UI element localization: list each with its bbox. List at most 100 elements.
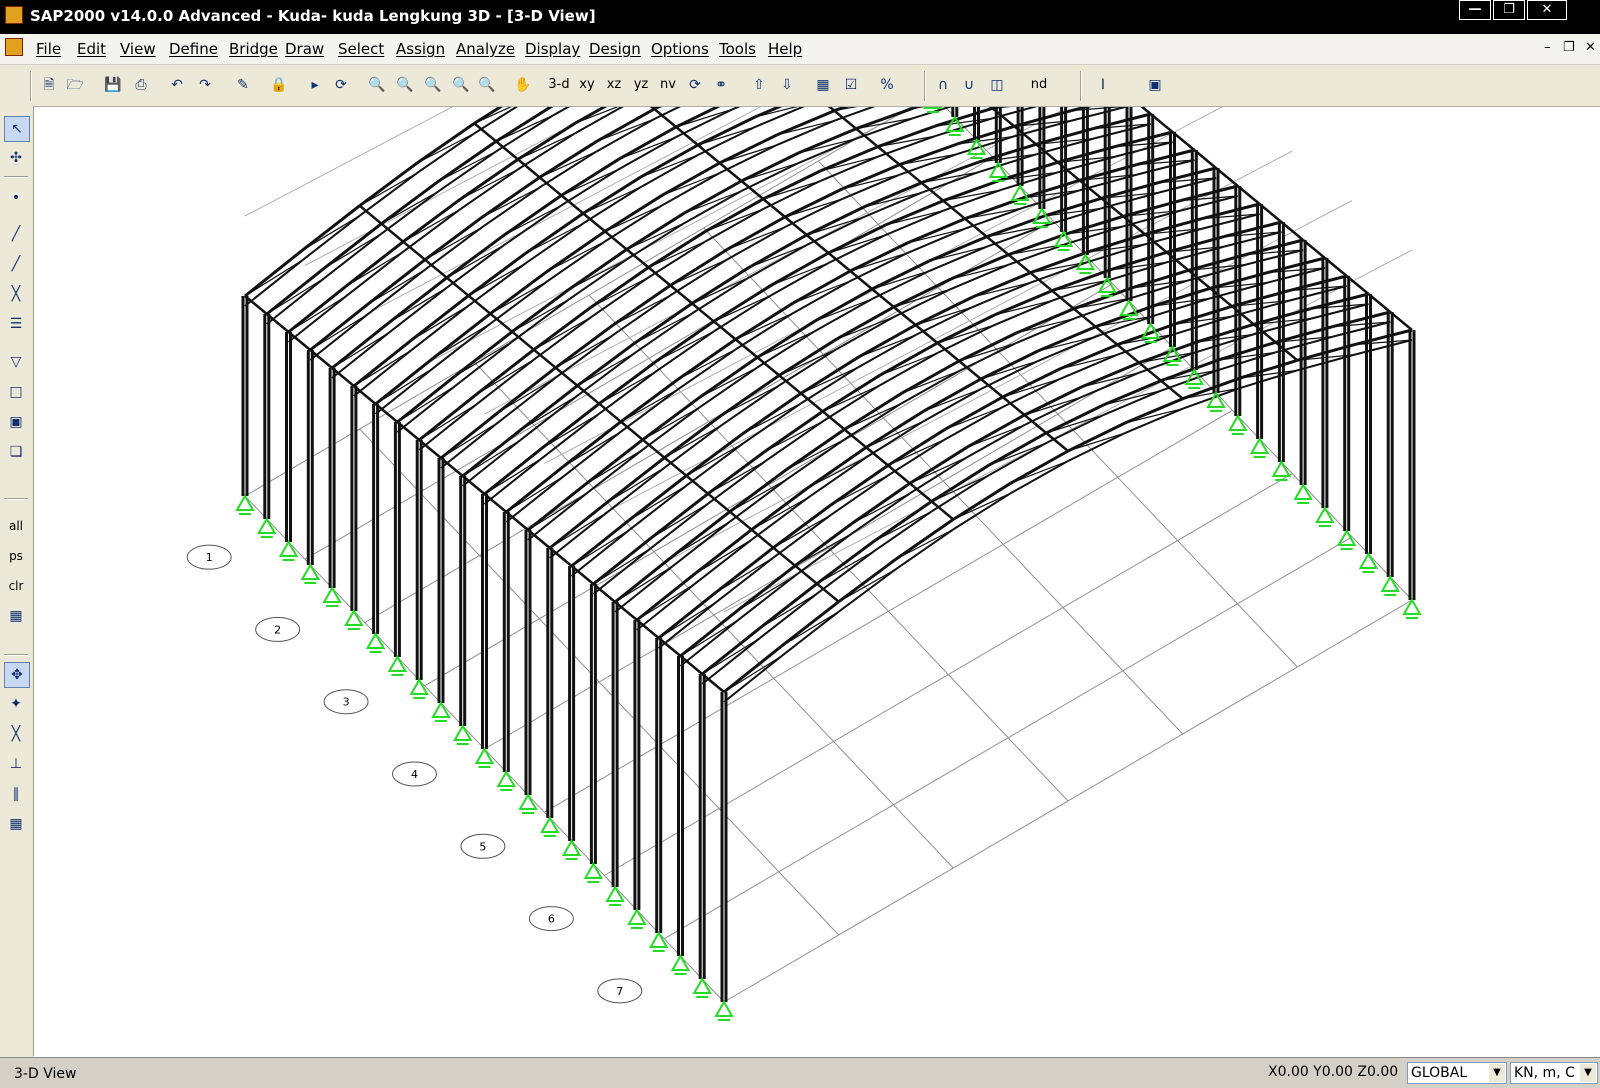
snap-ends-icon[interactable]: ✦ [4, 692, 28, 716]
mdi-restore-icon[interactable]: ❐ [1563, 40, 1575, 55]
save-icon[interactable]: 💾 [102, 74, 124, 96]
truss-bottom-chord [353, 349, 412, 397]
print-icon[interactable]: ⎙ [130, 74, 152, 96]
pointer-icon[interactable]: ↖ [4, 116, 30, 142]
menu-bridge[interactable]: Bridge [229, 40, 278, 58]
snap-fine-grid-icon[interactable]: ▦ [4, 812, 28, 836]
new-file-icon[interactable]: 🗎 [38, 74, 60, 96]
menu-assign[interactable]: Assign [396, 40, 445, 58]
draw-braces-icon[interactable]: ╳ [4, 282, 28, 306]
draw-rect-area-icon[interactable]: □ [4, 380, 28, 404]
document-icon[interactable] [5, 38, 23, 56]
select-all-button[interactable]: all [4, 514, 28, 538]
truss-bottom-chord [483, 457, 543, 505]
run-analysis-icon[interactable]: ▸ [304, 74, 326, 96]
menu-analyze[interactable]: Analyze [456, 40, 515, 58]
left-toolbar: ↖ ✣ • ╱ ╱ ╳ ☰ ▽ □ ▣ ❏ all ps clr ▦ ✥ ✦ ╳… [0, 106, 34, 1056]
view-nv-button[interactable]: nv [655, 74, 681, 96]
refresh-view-icon[interactable]: ⟳ [330, 74, 352, 96]
pin-support-icon [1249, 436, 1270, 458]
check-icon[interactable]: ☑ [840, 74, 862, 96]
truss-top-chord [691, 265, 751, 305]
menu-view[interactable]: View [120, 40, 156, 58]
move-down-icon[interactable]: ⇩ [776, 74, 798, 96]
deformed-shape-icon[interactable]: ∪ [958, 74, 980, 96]
zoom-out-icon[interactable]: 🔍 [476, 74, 498, 96]
previous-select-button[interactable]: ps [4, 544, 28, 568]
truss-bottom-chord [541, 412, 600, 460]
truss-bottom-chord [1087, 243, 1146, 264]
draw-joint-icon[interactable]: • [4, 186, 28, 210]
pan-hand-icon[interactable]: ✋ [512, 74, 534, 96]
snap-points-icon[interactable]: ✥ [4, 662, 30, 688]
view-3d-button[interactable]: 3-d [546, 74, 572, 96]
truss-diagonal [895, 528, 954, 560]
draw-solid-icon[interactable]: ❏ [4, 440, 28, 464]
view-xz-button[interactable]: xz [601, 74, 627, 96]
clear-selection-button[interactable]: clr [4, 574, 28, 598]
draw-secondary-beams-icon[interactable]: ☰ [4, 312, 28, 336]
mdi-close-icon[interactable]: ✕ [1585, 40, 1596, 55]
menu-tools[interactable]: Tools [719, 40, 756, 58]
percent-icon[interactable]: % [876, 74, 898, 96]
draw-poly-area-icon[interactable]: ▽ [4, 350, 28, 374]
restore-icon[interactable]: ❐ [1493, 0, 1525, 20]
section-designer-icon[interactable]: I [1092, 74, 1114, 96]
reshaper-icon[interactable]: ✣ [4, 146, 28, 170]
snap-intersections-icon[interactable]: ╳ [4, 722, 28, 746]
truss-diagonal [735, 312, 794, 340]
snap-lines-icon[interactable]: ∥ [4, 782, 28, 806]
menu-bar: File Edit View Define Bridge Draw Select… [0, 34, 1600, 65]
3d-view-viewport[interactable]: 1 2 3 4 5 6 7 [34, 107, 1600, 1057]
set-display-options-icon[interactable]: ▦ [812, 74, 834, 96]
truss-diagonal [561, 168, 620, 196]
menu-select[interactable]: Select [338, 40, 384, 58]
intersecting-line-select-icon[interactable]: ▦ [4, 604, 28, 628]
draw-frame-icon[interactable]: ∩ [932, 74, 954, 96]
menu-file[interactable]: File [36, 40, 61, 58]
zoom-full-icon[interactable]: 🔍 [394, 74, 416, 96]
perspective-icon[interactable]: ⚭ [710, 74, 732, 96]
move-up-icon[interactable]: ⇧ [748, 74, 770, 96]
menu-design[interactable]: Design [589, 40, 641, 58]
truss-bottom-chord [539, 150, 598, 189]
undo-icon[interactable]: ↶ [166, 74, 188, 96]
draw-frame-line-icon[interactable]: ╱ [4, 222, 28, 246]
view-yz-button[interactable]: yz [628, 74, 654, 96]
zoom-previous-icon[interactable]: 🔍 [422, 74, 444, 96]
truss-bottom-chord [309, 313, 369, 361]
menu-draw[interactable]: Draw [285, 40, 324, 58]
menu-options[interactable]: Options [651, 40, 709, 58]
quick-draw-frame-icon[interactable]: ╱ [4, 252, 28, 276]
coordinate-system-dropdown[interactable]: GLOBAL ▼ [1407, 1062, 1507, 1084]
mdi-minimize-icon[interactable]: – [1544, 40, 1551, 55]
zoom-in-icon[interactable]: 🔍 [450, 74, 472, 96]
rotate-view-icon[interactable]: ⟳ [684, 74, 706, 96]
sap2000-app-icon[interactable] [5, 6, 23, 24]
member-forces-icon[interactable]: ◫ [986, 74, 1008, 96]
display-tables-icon[interactable]: ▣ [1144, 74, 1166, 96]
view-xy-button[interactable]: xy [574, 74, 600, 96]
menu-display[interactable]: Display [525, 40, 580, 58]
zoom-window-icon[interactable]: 🔍 [366, 74, 388, 96]
menu-define[interactable]: Define [169, 40, 218, 58]
quick-draw-area-icon[interactable]: ▣ [4, 410, 28, 434]
lock-icon[interactable]: 🔒 [268, 74, 290, 96]
truss-bottom-chord [359, 172, 418, 217]
redo-icon[interactable]: ↷ [194, 74, 216, 96]
truss-top-chord [661, 161, 721, 197]
close-icon[interactable]: ✕ [1527, 0, 1567, 20]
menu-help[interactable]: Help [768, 40, 802, 58]
snap-perpendicular-icon[interactable]: ⊥ [4, 752, 28, 776]
view-nd-button[interactable]: nd [1026, 74, 1052, 96]
menu-edit[interactable]: Edit [77, 40, 106, 58]
open-folder-icon[interactable]: 🗁 [64, 74, 86, 96]
chevron-down-icon[interactable]: ▼ [1580, 1064, 1596, 1082]
minimize-icon[interactable]: — [1459, 0, 1491, 20]
truss-top-chord [560, 157, 620, 197]
truss-diagonal [765, 420, 823, 452]
truss-top-chord [627, 474, 688, 522]
chevron-down-icon[interactable]: ▼ [1489, 1064, 1505, 1082]
pencil-icon[interactable]: ✎ [232, 74, 254, 96]
units-dropdown[interactable]: KN, m, C ▼ [1510, 1062, 1598, 1084]
